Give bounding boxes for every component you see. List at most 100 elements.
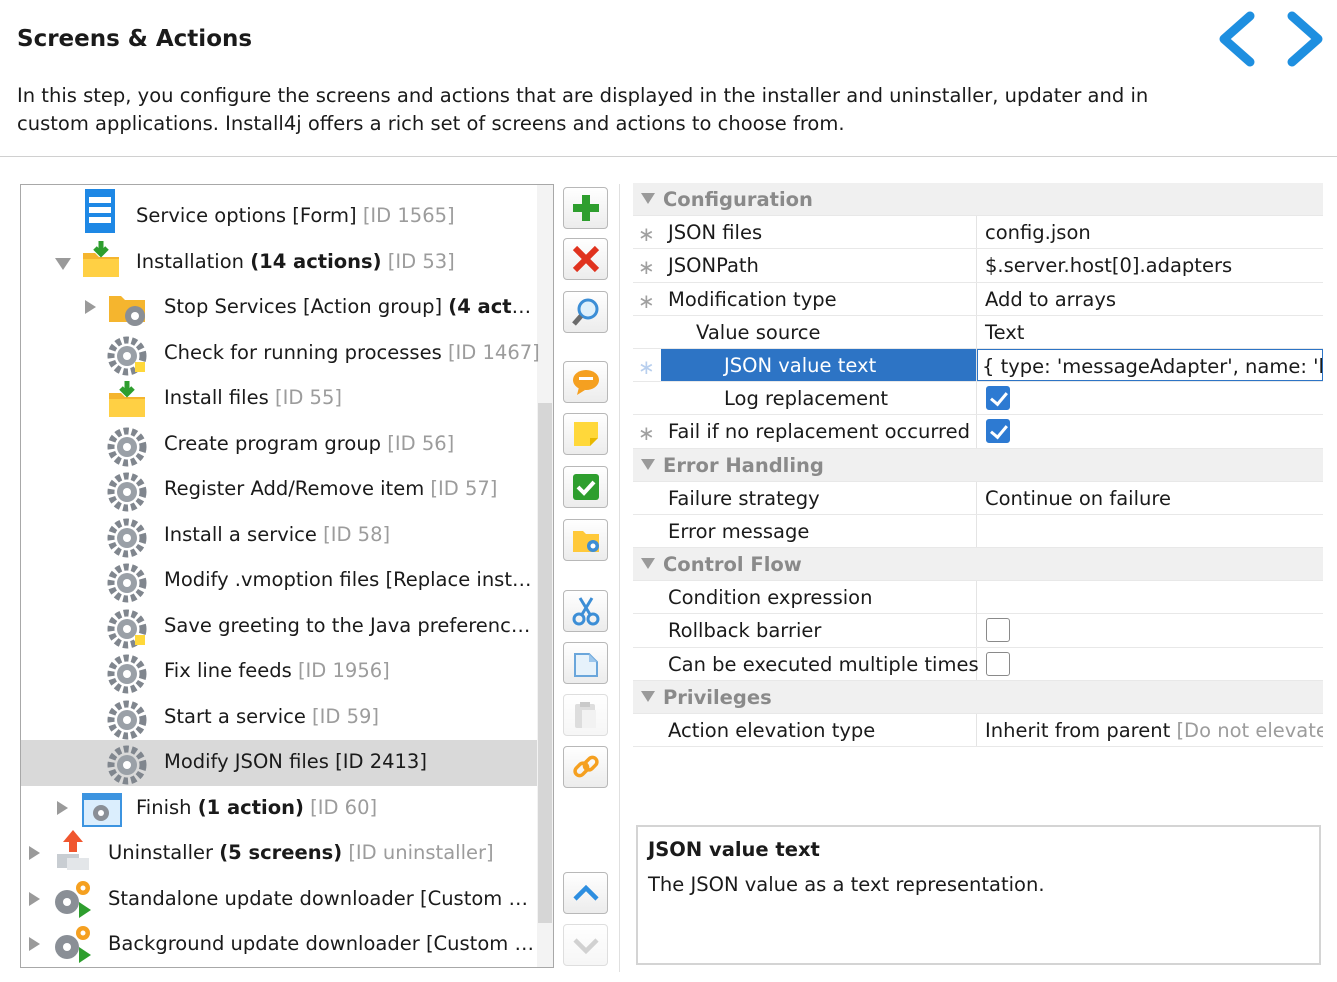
add-note-button[interactable] [563, 413, 608, 455]
property-rollback-barrier[interactable]: Rollback barrier [633, 614, 1323, 648]
tree-item-stop-services[interactable]: Stop Services [Action group] (4 action..… [21, 285, 537, 331]
paste-icon [575, 702, 596, 728]
property-multiple-times[interactable]: Can be executed multiple times [633, 647, 1323, 681]
tree-item-save-greeting[interactable]: Save greeting to the Java preference st.… [21, 604, 537, 650]
property-modification-type[interactable]: ∗ Modification type Add to arrays [633, 282, 1323, 316]
tree-item-label: Modify .vmoption files [Replace install.… [164, 568, 536, 591]
collapse-arrow-icon[interactable] [641, 558, 655, 570]
tree-item-installation[interactable]: Installation (14 actions) [ID 53] [21, 240, 537, 286]
tree-item-uninstaller[interactable]: Uninstaller (5 screens) [ID uninstaller] [21, 830, 537, 877]
tree-item-id: [ID 53] [387, 250, 455, 273]
tree-item-install-files[interactable]: Install files [ID 55] [21, 376, 537, 422]
tree-item-label: Create program group [164, 432, 382, 455]
property-name: Modification type [668, 287, 837, 311]
rollback-barrier-checkbox[interactable] [986, 618, 1010, 643]
property-name: Failure strategy [668, 486, 820, 510]
scrollbar-thumb[interactable] [538, 403, 552, 923]
section-control-flow[interactable]: Control Flow [633, 548, 1323, 582]
collapse-arrow-icon[interactable] [641, 458, 655, 470]
property-value[interactable]: Inherit from parent [985, 719, 1170, 742]
tree-item-label: Check for running processes [164, 341, 442, 364]
move-up-button[interactable] [563, 872, 608, 914]
collapse-arrow-icon[interactable] [641, 690, 655, 702]
folder-link-button[interactable] [563, 519, 608, 561]
tree-item-count: (5 screens) [219, 841, 343, 864]
tree-item-start-service[interactable]: Start a service [ID 59] [21, 695, 537, 741]
expand-arrow-icon[interactable] [85, 300, 96, 314]
add-button[interactable] [563, 187, 608, 229]
property-name: Condition expression [668, 586, 873, 610]
tree-item-create-program-group[interactable]: Create program group [ID 56] [21, 422, 537, 468]
properties-table[interactable]: Configuration ∗ JSON files config.json ∗ J… [633, 183, 1323, 748]
property-fail-if-no-replacement[interactable]: ∗ Fail if no replacement occurred [633, 415, 1323, 449]
note-icon [574, 422, 598, 446]
back-arrow-icon[interactable] [1210, 10, 1266, 68]
property-json-value-text[interactable]: ∗ JSON value text { type: 'messageAdapter… [633, 348, 1323, 383]
property-value[interactable]: config.json [985, 221, 1091, 244]
multiple-times-checkbox[interactable] [986, 651, 1010, 676]
add-comment-button[interactable] [563, 361, 608, 403]
property-value-hint: [Do not elevate] [1176, 719, 1323, 742]
forward-arrow-icon[interactable] [1276, 10, 1332, 68]
property-value-source[interactable]: Value source Text [633, 315, 1323, 349]
delete-button[interactable] [563, 238, 608, 280]
section-title: Configuration [663, 188, 813, 211]
check-icon [573, 474, 599, 500]
tree-item-fix-line-feeds[interactable]: Fix line feeds [ID 1956] [21, 649, 537, 695]
tree-item-finish[interactable]: Finish (1 action) [ID 60] [21, 786, 537, 832]
collapse-arrow-icon[interactable] [641, 193, 655, 204]
tree-item-check-processes[interactable]: Check for running processes [ID 1467] [21, 331, 540, 377]
help-title: JSON value text [648, 838, 820, 861]
tree-scrollbar[interactable] [537, 185, 553, 967]
updater-app-icon [51, 926, 91, 963]
cut-button[interactable] [563, 590, 608, 632]
expand-arrow-icon[interactable] [57, 801, 68, 815]
tree-item-install-service[interactable]: Install a service [ID 58] [21, 513, 537, 559]
property-error-message[interactable]: Error message [633, 514, 1323, 549]
property-value[interactable]: Continue on failure [985, 487, 1171, 510]
section-configuration[interactable]: Configuration [633, 183, 1323, 217]
search-button[interactable] [563, 291, 608, 333]
tree-item-label: Modify JSON files [ID 2413] [164, 750, 427, 773]
tree-item-count: (14 actions) [250, 250, 382, 273]
tree-item-modify-vmoption[interactable]: Modify .vmoption files [Replace install.… [21, 558, 537, 604]
screens-actions-tree[interactable]: Service options [Form] [ID 1565] Install… [20, 184, 554, 968]
tree-item-background-updater[interactable]: Background update downloader [Custom ap.… [21, 922, 537, 967]
fail-if-no-replacement-checkbox[interactable] [986, 419, 1010, 444]
property-value[interactable]: Text [985, 321, 1024, 344]
tree-item-id: [ID 59] [312, 705, 380, 728]
link-button[interactable] [563, 746, 608, 788]
property-value[interactable]: Add to arrays [985, 288, 1116, 311]
property-name: Can be executed multiple times [668, 652, 979, 676]
property-condition-expression[interactable]: Condition expression [633, 581, 1323, 615]
log-replacement-checkbox[interactable] [986, 386, 1010, 411]
property-name: Value source [696, 320, 821, 344]
property-jsonpath[interactable]: ∗ JSONPath $.server.host[0].adapters [633, 249, 1323, 283]
property-failure-strategy[interactable]: Failure strategy Continue on failure [633, 481, 1323, 515]
property-value[interactable]: $.server.host[0].adapters [985, 254, 1232, 277]
toggle-enabled-button[interactable] [563, 466, 608, 508]
paste-button[interactable] [563, 694, 608, 736]
section-error-handling[interactable]: Error Handling [633, 448, 1323, 482]
expand-arrow-icon[interactable] [29, 846, 40, 860]
move-down-button[interactable] [563, 924, 608, 966]
expand-arrow-icon[interactable] [29, 937, 40, 951]
gear-icon [107, 518, 147, 558]
tree-item-standalone-updater[interactable]: Standalone update downloader [Custom app… [21, 877, 537, 923]
property-log-replacement[interactable]: Log replacement [633, 382, 1323, 416]
property-elevation-type[interactable]: Action elevation type Inherit from paren… [633, 714, 1323, 748]
finish-screen-icon [81, 791, 122, 827]
collapse-arrow-icon[interactable] [55, 258, 71, 270]
json-value-text-field[interactable]: { type: 'messageAdapter', name: 'log' [982, 355, 1322, 378]
tree-item-register-add-remove[interactable]: Register Add/Remove item [ID 57] [21, 467, 537, 513]
tree-item-id: [ID 57] [430, 477, 498, 500]
property-json-files[interactable]: ∗ JSON files config.json [633, 216, 1323, 250]
tree-item-modify-json-files[interactable]: Modify JSON files [ID 2413] [21, 740, 537, 786]
copy-button[interactable] [563, 642, 608, 684]
expand-arrow-icon[interactable] [29, 892, 40, 906]
gear-icon [107, 472, 147, 512]
tree-item-service-options[interactable]: Service options [Form] [ID 1565] [21, 189, 537, 240]
property-name: Fail if no replacement occurred [668, 420, 970, 444]
section-privileges[interactable]: Privileges [633, 680, 1323, 714]
comment-icon [573, 370, 599, 395]
